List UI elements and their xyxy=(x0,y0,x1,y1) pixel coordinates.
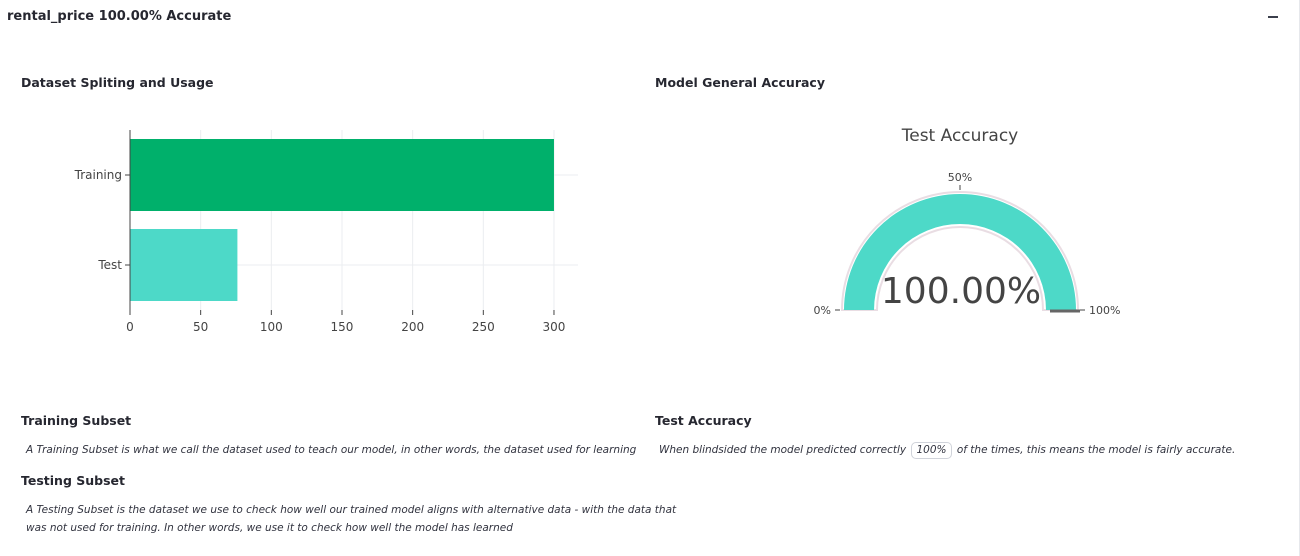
accuracy-panel: rental_price 100.00% Accurate Dataset Sp… xyxy=(0,0,1300,556)
testing-subset-text-line1: A Testing Subset is the dataset we use t… xyxy=(26,504,677,516)
x-tick-label: 50 xyxy=(193,320,208,334)
testing-subset-title: Testing Subset xyxy=(21,473,125,488)
gauge-tick-label: 100% xyxy=(1089,304,1120,317)
x-tick-label: 100 xyxy=(260,320,283,334)
test-accuracy-text: When blindsided the model predicted corr… xyxy=(659,441,1235,459)
y-tick-label: Training xyxy=(74,168,122,182)
accuracy-gauge-chart: Test Accuracy 0% 50% 100% 100.00% xyxy=(814,126,1121,317)
minus-icon xyxy=(1268,16,1278,18)
test-accuracy-suffix: of the times, this means the model is fa… xyxy=(956,444,1236,456)
x-tick-label: 150 xyxy=(331,320,354,334)
x-tick-label: 250 xyxy=(472,320,495,334)
bar-training xyxy=(130,139,554,211)
test-accuracy-value-badge: 100% xyxy=(911,442,952,459)
training-subset-title: Training Subset xyxy=(21,413,132,428)
panel-title: rental_price 100.00% Accurate xyxy=(7,9,232,24)
training-subset-text: A Training Subset is what we call the da… xyxy=(26,444,637,456)
test-accuracy-title: Test Accuracy xyxy=(655,413,752,428)
testing-subset-text-line2: was not used for training. In other word… xyxy=(26,522,513,534)
dataset-split-chart: 0 50 100 150 200 250 300 Training Test xyxy=(74,130,578,334)
gauge-tick-label: 50% xyxy=(948,171,972,184)
dataset-split-title: Dataset Spliting and Usage xyxy=(21,75,214,90)
x-tick-label: 0 xyxy=(126,320,134,334)
gauge-tick-label: 0% xyxy=(814,304,831,317)
x-tick-label: 200 xyxy=(401,320,424,334)
bar-test xyxy=(130,229,238,301)
panel-header[interactable]: rental_price 100.00% Accurate xyxy=(0,0,1299,34)
x-tick-label: 300 xyxy=(543,320,566,334)
model-accuracy-title: Model General Accuracy xyxy=(655,75,825,90)
gauge-title: Test Accuracy xyxy=(901,126,1019,146)
y-tick-label: Test xyxy=(97,258,122,272)
collapse-button[interactable] xyxy=(1262,8,1282,26)
test-accuracy-prefix: When blindsided the model predicted corr… xyxy=(659,444,907,456)
gauge-value-label: 100.00% xyxy=(881,271,1041,312)
